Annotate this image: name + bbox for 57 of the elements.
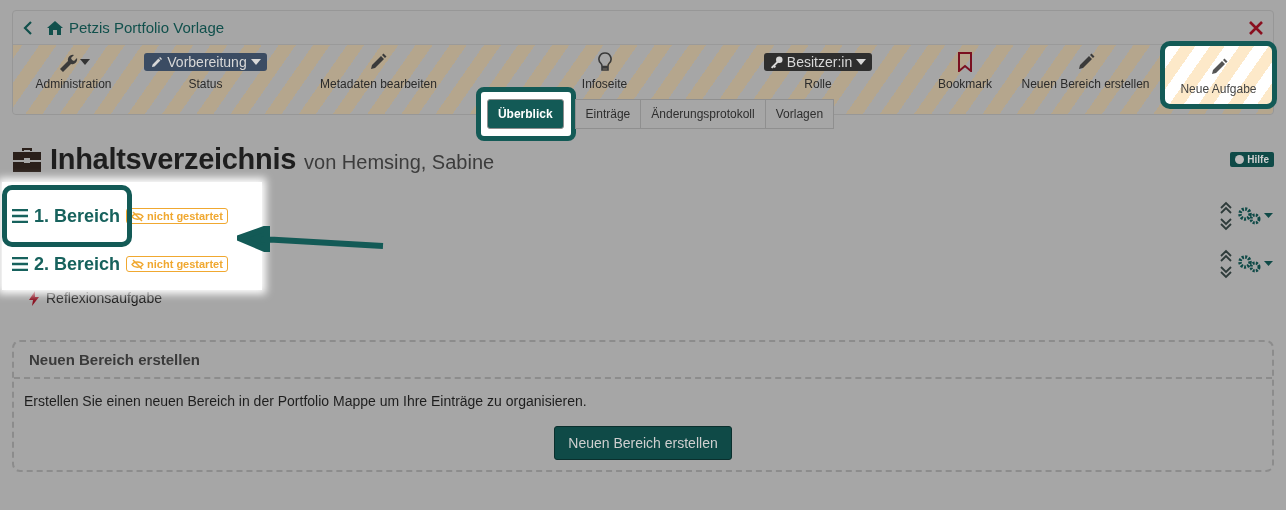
briefcase-icon: [12, 146, 42, 173]
create-section-button[interactable]: Neuen Bereich erstellen: [554, 426, 732, 460]
caret-icon: [250, 59, 261, 65]
bookmark-icon: [958, 52, 972, 72]
badge-label: Vorbereitung: [167, 54, 247, 70]
menu-icon[interactable]: [12, 209, 28, 223]
toolbar-label: Neue Aufgabe: [1180, 82, 1257, 96]
section-title[interactable]: 1. Bereich: [34, 205, 121, 227]
lightning-icon: [28, 290, 40, 306]
panel-title: Neuen Bereich erstellen: [14, 342, 1272, 379]
toolbar-label: Rolle: [804, 77, 832, 91]
key-icon: [769, 55, 783, 69]
gears-icon[interactable]: [1238, 207, 1274, 225]
tab[interactable]: Überblick: [486, 99, 564, 129]
toolbar-button[interactable]: Bookmark: [938, 51, 992, 91]
page-title: Inhaltsverzeichnis: [50, 143, 297, 176]
status-label: nicht gestartet: [147, 258, 223, 270]
toolbar-label: Administration: [35, 77, 112, 91]
toolbar-button[interactable]: Administration: [35, 51, 112, 91]
badge[interactable]: Besitzer:in: [763, 53, 873, 71]
toolbar-button[interactable]: Neue Aufgabe: [1160, 41, 1277, 109]
badge[interactable]: Vorbereitung: [144, 53, 267, 71]
back-icon[interactable]: [23, 20, 33, 35]
menu-icon[interactable]: [12, 257, 28, 271]
toolbar-label: Metadaten bearbeiten: [320, 77, 437, 91]
tab[interactable]: Änderungsprotokoll: [640, 99, 766, 129]
toolbar-label: Bookmark: [938, 77, 992, 91]
toolbar-button[interactable]: Vorbereitung Status: [144, 51, 267, 91]
hidden-eye-icon: [131, 258, 145, 270]
help-button[interactable]: Hilfe: [1230, 152, 1274, 167]
lightbulb-icon: [596, 52, 613, 72]
gears-icon[interactable]: [1238, 255, 1274, 273]
tab[interactable]: Einträge: [574, 99, 642, 129]
toolbar-button[interactable]: Metadaten bearbeiten: [320, 51, 437, 91]
pencil-icon: [368, 52, 389, 72]
hidden-eye-icon: [131, 210, 145, 222]
assignment-title[interactable]: Reflexionsaufgabe: [46, 290, 162, 306]
toolbar-button[interactable]: Besitzer:in Rolle: [763, 51, 873, 91]
close-icon[interactable]: [1249, 20, 1263, 35]
toolbar-label: Neuen Bereich erstellen: [1021, 77, 1150, 91]
status-label: nicht gestartet: [147, 210, 223, 222]
toolbar-button[interactable]: Infoseite: [581, 51, 628, 91]
home-icon[interactable]: [47, 20, 63, 35]
badge-label: Besitzer:in: [786, 54, 853, 70]
toolbar-label: Infoseite: [581, 77, 628, 91]
toolbar-label: Status: [188, 77, 223, 91]
panel-text: Erstellen Sie einen neuen Bereich in der Portfolio Mappe um Ihre Einträge zu organisieren.: [24, 393, 588, 409]
caret-icon: [856, 59, 867, 65]
pencil-icon: [150, 55, 164, 69]
caret-icon: [79, 59, 90, 65]
course-title[interactable]: Petzis Portfolio Vorlage: [69, 19, 225, 36]
section-title[interactable]: 2. Bereich: [34, 253, 121, 275]
toolbar-button[interactable]: Neuen Bereich erstellen: [1021, 51, 1150, 91]
owner-name: von Hemsing, Sabine: [304, 151, 495, 174]
tab[interactable]: Vorlagen: [764, 99, 835, 129]
move-arrows-icon[interactable]: [1220, 201, 1232, 231]
move-arrows-icon[interactable]: [1220, 249, 1232, 279]
